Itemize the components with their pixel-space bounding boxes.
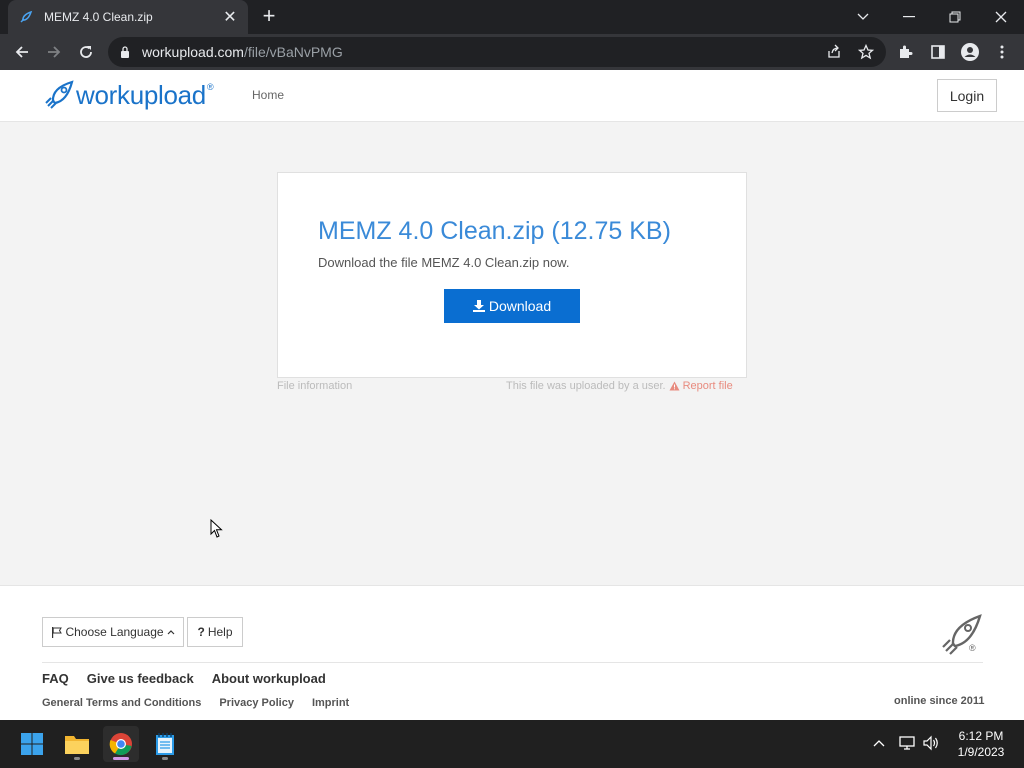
flag-icon bbox=[52, 626, 63, 638]
close-window-button[interactable] bbox=[978, 0, 1024, 34]
browser-tab-strip: MEMZ 4.0 Clean.zip ✕ + bbox=[0, 0, 1024, 34]
file-title: MEMZ 4.0 Clean.zip (12.75 KB) bbox=[318, 217, 671, 245]
upload-note: This file was uploaded by a user. Report… bbox=[506, 380, 733, 392]
restore-button[interactable] bbox=[932, 0, 978, 34]
site-footer: Choose Language ? Help ® FAQ Give us fee… bbox=[0, 585, 1024, 720]
notepad-icon bbox=[156, 733, 174, 755]
browser-tab[interactable]: MEMZ 4.0 Clean.zip ✕ bbox=[8, 0, 248, 34]
warning-icon bbox=[669, 381, 680, 391]
footer-legal-links: General Terms and Conditions Privacy Pol… bbox=[42, 697, 349, 709]
faq-link[interactable]: FAQ bbox=[42, 671, 69, 686]
start-button[interactable] bbox=[14, 726, 50, 762]
online-since-text: online since 2011 bbox=[894, 695, 985, 707]
extensions-icon[interactable] bbox=[892, 38, 920, 66]
running-indicator bbox=[162, 757, 168, 760]
chevron-up-icon bbox=[167, 630, 174, 635]
report-file-label: Report file bbox=[682, 380, 733, 392]
file-explorer-taskbar-button[interactable] bbox=[59, 726, 95, 762]
choose-language-label: Choose Language bbox=[65, 625, 164, 639]
reload-button[interactable] bbox=[72, 38, 100, 66]
show-hidden-icons-chevron-icon[interactable] bbox=[868, 732, 890, 754]
workupload-logo[interactable]: workupload ® bbox=[42, 78, 214, 112]
footer-rocket-logo: ® bbox=[940, 613, 984, 662]
download-label: Download bbox=[488, 298, 552, 314]
question-mark-icon: ? bbox=[197, 625, 205, 639]
chrome-icon bbox=[109, 733, 132, 756]
url-host: workupload.com bbox=[142, 44, 244, 60]
network-icon[interactable] bbox=[896, 732, 918, 754]
logo-registered-mark: ® bbox=[206, 82, 214, 92]
feedback-link[interactable]: Give us feedback bbox=[87, 671, 194, 686]
file-card: MEMZ 4.0 Clean.zip (12.75 KB) Download t… bbox=[277, 172, 747, 378]
tab-search-icon[interactable] bbox=[840, 0, 886, 34]
rocket-icon bbox=[942, 614, 982, 655]
folder-icon bbox=[65, 736, 89, 754]
minimize-button[interactable] bbox=[886, 0, 932, 34]
windows-logo-icon bbox=[21, 733, 43, 755]
login-button[interactable]: Login bbox=[937, 79, 997, 112]
help-label: Help bbox=[207, 625, 233, 639]
new-tab-button[interactable]: + bbox=[258, 5, 280, 28]
volume-icon[interactable] bbox=[920, 732, 942, 754]
url-path: /file/vBaNvPMG bbox=[243, 44, 343, 60]
privacy-link[interactable]: Privacy Policy bbox=[219, 697, 294, 709]
notepad-taskbar-button[interactable] bbox=[147, 726, 183, 762]
tab-close-icon[interactable]: ✕ bbox=[222, 7, 238, 27]
running-indicator bbox=[74, 757, 80, 760]
rocket-logo-icon bbox=[45, 80, 74, 109]
help-button[interactable]: ? Help bbox=[187, 617, 243, 647]
browser-menu-icon[interactable] bbox=[988, 38, 1016, 66]
upload-note-text: This file was uploaded by a user. bbox=[506, 380, 666, 392]
address-bar[interactable]: workupload.com/file/vBaNvPMG bbox=[108, 37, 886, 67]
tab-title: MEMZ 4.0 Clean.zip bbox=[44, 10, 153, 24]
taskbar-clock[interactable]: 6:12 PM 1/9/2023 bbox=[950, 728, 1012, 760]
download-icon bbox=[472, 300, 485, 312]
bookmark-star-icon[interactable] bbox=[852, 38, 880, 66]
clock-date: 1/9/2023 bbox=[957, 745, 1005, 759]
footer-links: FAQ Give us feedback About workupload bbox=[42, 671, 326, 686]
side-panel-icon[interactable] bbox=[924, 38, 952, 66]
footer-registered-mark: ® bbox=[969, 643, 976, 653]
clock-time: 6:12 PM bbox=[958, 729, 1004, 743]
choose-language-button[interactable]: Choose Language bbox=[42, 617, 184, 647]
footer-divider bbox=[42, 662, 983, 663]
browser-toolbar: workupload.com/file/vBaNvPMG bbox=[0, 34, 1024, 70]
download-button[interactable]: Download bbox=[444, 289, 580, 323]
forward-button[interactable] bbox=[40, 38, 68, 66]
terms-link[interactable]: General Terms and Conditions bbox=[42, 697, 201, 709]
file-description: Download the file MEMZ 4.0 Clean.zip now… bbox=[318, 255, 570, 270]
back-button[interactable] bbox=[8, 38, 36, 66]
nav-home-link[interactable]: Home bbox=[252, 88, 284, 102]
chrome-taskbar-button[interactable] bbox=[103, 726, 139, 762]
report-file-link[interactable]: Report file bbox=[669, 380, 733, 392]
file-information-link[interactable]: File information bbox=[277, 380, 352, 392]
workupload-favicon-icon bbox=[20, 10, 33, 23]
site-header: workupload ® Home Login bbox=[0, 70, 1024, 122]
profile-avatar-icon[interactable] bbox=[956, 38, 984, 66]
active-indicator bbox=[113, 757, 129, 760]
mouse-cursor-icon bbox=[210, 519, 223, 538]
windows-taskbar: 6:12 PM 1/9/2023 bbox=[0, 720, 1024, 768]
lock-icon[interactable] bbox=[120, 45, 130, 59]
logo-text: workupload bbox=[76, 79, 206, 110]
share-icon[interactable] bbox=[820, 38, 848, 66]
imprint-link[interactable]: Imprint bbox=[312, 697, 349, 709]
about-link[interactable]: About workupload bbox=[212, 671, 326, 686]
